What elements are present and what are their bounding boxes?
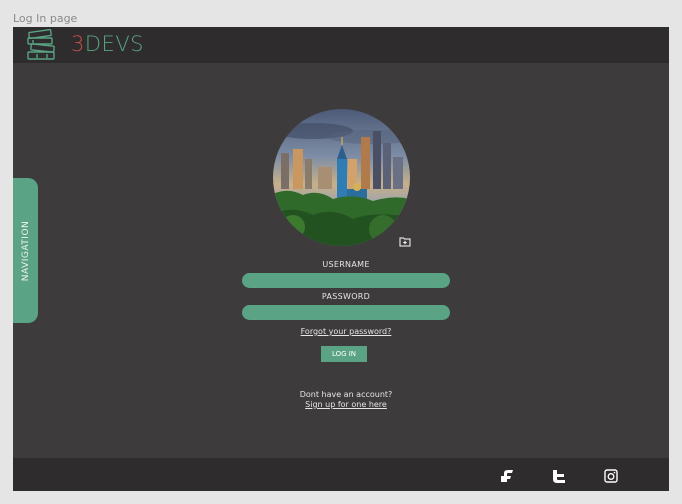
city-photo [273, 109, 410, 246]
header: 3DEVS [13, 27, 669, 63]
brand-accent: 3 [71, 32, 85, 56]
login-page: 3DEVS NAVIGATION USERNAME PASSWORD Forgo… [13, 27, 669, 491]
forgot-password-link[interactable]: Forgot your password? [242, 327, 450, 336]
footer [13, 458, 669, 491]
brand-logo[interactable]: 3DEVS [71, 32, 144, 56]
profile-avatar [273, 109, 410, 246]
password-input[interactable] [242, 305, 450, 320]
password-label: PASSWORD [321, 292, 371, 301]
facebook-icon[interactable] [499, 468, 515, 484]
username-input[interactable] [242, 273, 450, 288]
signup-link[interactable]: Sign up for one here [242, 400, 450, 409]
twitter-icon[interactable] [551, 468, 567, 484]
no-account-text: Dont have an account? [299, 390, 393, 399]
brand-text: DEVS [84, 32, 145, 56]
stacked-books-icon[interactable] [25, 28, 59, 62]
navigation-label: NAVIGATION [20, 220, 31, 281]
login-button[interactable]: LOG IN [321, 346, 367, 362]
frame-title: Log In page [13, 12, 78, 25]
instagram-icon[interactable] [603, 468, 619, 484]
folder-plus-icon[interactable] [399, 236, 411, 247]
username-label: USERNAME [322, 260, 370, 269]
navigation-tab[interactable]: NAVIGATION [13, 178, 38, 323]
